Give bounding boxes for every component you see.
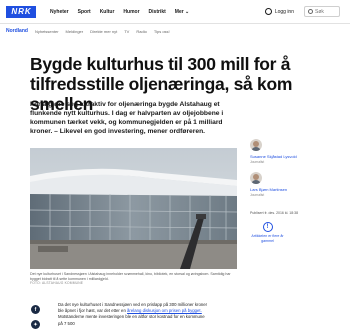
nav-link-kultur[interactable]: Kultur: [100, 9, 115, 15]
published-date: Publisert fr. des. 2016 kl. 18:38: [250, 211, 299, 215]
user-icon: [264, 8, 272, 15]
nav-link-sport[interactable]: Sport: [78, 9, 91, 15]
body-link[interactable]: årelang diskusjon om prisen på bygget.: [127, 308, 202, 313]
login-button[interactable]: Logg inn: [264, 8, 294, 15]
article-body-paragraph: Da det nye kulturhuset i Sandnessjøen ve…: [58, 302, 208, 327]
author-card-1[interactable]: Susanne Skjåstad Lysvold Journalist: [250, 139, 297, 164]
article-age-notice[interactable]: ! Artikkelen er flere år gammel: [250, 222, 285, 243]
nav-link-distrikt[interactable]: Distrikt: [149, 9, 166, 15]
subnav-item-5[interactable]: Radio: [136, 29, 146, 34]
logo-letter-k: K: [24, 6, 31, 16]
top-navigation: N R K Nyheter Sport Kultur Humor Distrik…: [0, 0, 350, 24]
district-title[interactable]: Nordland: [6, 28, 28, 34]
nav-link-mer[interactable]: Mer ⌄: [175, 9, 189, 15]
subnav-item-1[interactable]: Nyhetssenter: [35, 29, 59, 34]
district-subnav: Nordland Nyhetssenter Meldinger Direkte …: [0, 26, 350, 36]
logo-letter-r: R: [18, 6, 24, 16]
login-label: Logg inn: [274, 8, 294, 15]
subnav-item-4[interactable]: TV: [124, 29, 129, 34]
subnav-item-3[interactable]: Direkte mer nyt: [90, 29, 117, 34]
search-box[interactable]: [304, 6, 340, 17]
article-age-label: Artikkelen er flere år gammel: [251, 234, 284, 243]
nav-link-nyheter[interactable]: Nyheter: [50, 9, 69, 15]
nav-utilities: Logg inn: [264, 6, 340, 17]
author-avatar: [250, 139, 262, 151]
facebook-share-button[interactable]: f: [31, 305, 40, 314]
hero-image-culture-house[interactable]: [30, 148, 237, 269]
author-role: Journalist: [250, 193, 265, 197]
twitter-icon: ✦: [33, 321, 38, 328]
info-icon: !: [262, 222, 273, 232]
facebook-icon: f: [34, 306, 37, 313]
author-card-2[interactable]: Lars Bjørn Martinsen Journalist: [250, 172, 287, 197]
nrk-logo[interactable]: N R K: [6, 5, 36, 18]
subnav-item-6[interactable]: Tips oss!: [154, 29, 170, 34]
subnav-item-2[interactable]: Meldinger: [66, 29, 84, 34]
nav-link-humor[interactable]: Humor: [123, 9, 139, 15]
hero-illustration: [30, 148, 237, 269]
photo-credit: FOTO: ALSTAHAUG KOMMUNE: [30, 281, 84, 285]
twitter-share-button[interactable]: ✦: [31, 320, 40, 329]
main-menu: Nyheter Sport Kultur Humor Distrikt Mer …: [50, 9, 189, 15]
author-name[interactable]: Susanne Skjåstad Lysvold: [250, 154, 297, 159]
author-avatar: [250, 172, 262, 184]
body-rest: Motstanderne mente investeringen ble en …: [58, 314, 205, 326]
search-icon: [308, 9, 313, 14]
author-name[interactable]: Lars Bjørn Martinsen: [250, 187, 287, 192]
search-input[interactable]: [315, 8, 339, 15]
author-role: Journalist: [250, 160, 265, 164]
logo-letter-n: N: [11, 6, 18, 16]
article-lead: For å gjøre seg attraktiv for oljenæring…: [30, 101, 224, 135]
